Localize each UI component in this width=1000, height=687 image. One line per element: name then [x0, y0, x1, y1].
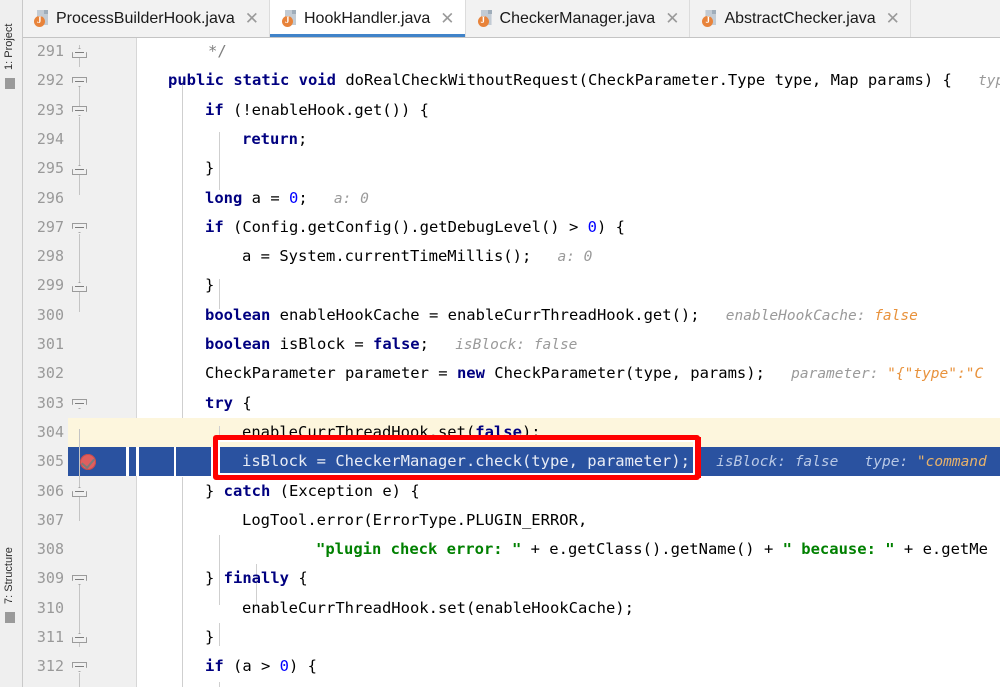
line-number: 303	[36, 393, 64, 412]
line-number: 312	[36, 657, 64, 676]
tool-window-button-project[interactable]: 1: Project	[3, 0, 67, 70]
code-line[interactable]: 297 if (Config.getConfig().getDebugLevel…	[22, 213, 1000, 242]
editor-tab-hookhandler[interactable]: HookHandler.java ✕	[270, 0, 466, 37]
line-content: isBlock = CheckerManager.check(type, par…	[242, 452, 987, 471]
line-content: boolean enableHookCache = enableCurrThre…	[205, 305, 918, 324]
line-number: 298	[36, 247, 64, 266]
line-number: 293	[36, 100, 64, 119]
java-class-icon	[282, 10, 297, 27]
line-content: if (!enableHook.get()) {	[205, 100, 429, 119]
tool-strip-handle-top[interactable]	[5, 78, 15, 89]
line-content: LogTool.error(ErrorType.PLUGIN_ERROR,	[242, 510, 588, 529]
code-line[interactable]: 308 "plugin check error: " + e.getClass(…	[22, 535, 1000, 564]
tool-window-button-structure[interactable]: 7: Structure	[3, 520, 67, 604]
code-line[interactable]: 296 long a = 0; a: 0	[22, 184, 1000, 213]
line-number: 313	[22, 682, 64, 687]
code-line[interactable]: 295 }	[22, 154, 1000, 183]
line-content: CheckParameter parameter = new CheckPara…	[205, 364, 984, 383]
editor-tab-label: ProcessBuilderHook.java	[56, 9, 235, 27]
code-line[interactable]: 310 enableCurrThreadHook.set(enableHookC…	[22, 594, 1000, 623]
line-number: 305	[36, 452, 64, 471]
line-content: boolean isBlock = false; isBlock: false	[205, 335, 578, 353]
code-line[interactable]: 291 */	[22, 37, 1000, 66]
code-line[interactable]: 304 enableCurrThreadHook.set(false);	[22, 418, 1000, 447]
code-line[interactable]: 306 } catch (Exception e) {	[22, 477, 1000, 506]
editor-tab-label: CheckerManager.java	[499, 9, 656, 27]
code-line-executing[interactable]: 305 isBlock = CheckerManager.check(type,…	[22, 447, 1000, 476]
ide-window: 1: Project 7: Structure ProcessBuilderHo…	[0, 0, 1000, 687]
code-line[interactable]: 301 boolean isBlock = false; isBlock: fa…	[22, 330, 1000, 359]
tool-strip-handle-bottom[interactable]	[5, 612, 15, 623]
line-content: if (Config.getConfig().getDebugLevel() >…	[205, 217, 625, 236]
line-number: 292	[36, 71, 64, 90]
line-number: 311	[36, 628, 64, 646]
code-line[interactable]: 312 if (a > 0) {	[22, 652, 1000, 681]
editor-tab-label: HookHandler.java	[304, 9, 431, 27]
line-content: }	[205, 628, 215, 646]
line-content: */	[208, 42, 227, 60]
line-number: 299	[36, 276, 64, 295]
code-line[interactable]: 309 } finally {	[22, 564, 1000, 593]
line-number: 306	[36, 481, 64, 500]
line-number: 294	[36, 129, 64, 148]
code-line[interactable]: 299 }	[22, 271, 1000, 300]
line-content: "plugin check error: " + e.getClass().ge…	[316, 540, 988, 559]
close-icon[interactable]: ✕	[883, 10, 900, 27]
line-number: 296	[36, 188, 64, 207]
line-content: }	[205, 159, 215, 178]
line-number: 304	[36, 422, 64, 441]
java-class-icon	[477, 10, 493, 27]
annotation-rectangle-edge	[695, 437, 701, 478]
line-number: 297	[36, 217, 64, 236]
editor-tab-label: AbstractChecker.java	[724, 9, 876, 27]
line-content: try {	[205, 393, 252, 412]
line-number: 300	[36, 305, 64, 324]
line-content: } finally {	[205, 569, 308, 588]
close-icon[interactable]: ✕	[242, 10, 259, 27]
editor-tab-checkermanager[interactable]: CheckerManager.java ✕	[465, 0, 691, 37]
line-content: long t = System.currentTimeMillis(); a:	[242, 682, 622, 687]
line-content: }	[205, 276, 215, 295]
line-number: 295	[36, 159, 64, 178]
line-number: 302	[36, 364, 64, 383]
code-line[interactable]: 293 if (!enableHook.get()) {	[22, 96, 1000, 125]
close-icon[interactable]: ✕	[662, 10, 679, 27]
line-content: public static void doRealCheckWithoutReq…	[168, 71, 1000, 90]
left-tool-strip: 1: Project 7: Structure	[0, 0, 23, 687]
code-line[interactable]: 303 try {	[22, 389, 1000, 418]
code-line[interactable]: 298 a = System.currentTimeMillis(); a: 0	[22, 242, 1000, 271]
line-content: return;	[242, 129, 308, 148]
editor-tab-bar: ProcessBuilderHook.java ✕ HookHandler.ja…	[22, 0, 1000, 38]
line-content: enableCurrThreadHook.set(false);	[242, 422, 541, 441]
close-icon[interactable]: ✕	[437, 10, 454, 27]
code-line[interactable]: 313 long t = System.currentTimeMillis();…	[22, 682, 1000, 687]
code-line[interactable]: 294 return;	[22, 125, 1000, 154]
line-content: long a = 0; a: 0	[205, 188, 369, 207]
code-editor[interactable]: 291 */ 292 public static void doRealChec…	[22, 37, 1000, 687]
line-number: 301	[36, 335, 64, 353]
java-class-icon	[702, 10, 717, 27]
line-content: if (a > 0) {	[205, 657, 318, 676]
code-line[interactable]: 307 LogTool.error(ErrorType.PLUGIN_ERROR…	[22, 506, 1000, 535]
code-line[interactable]: 300 boolean enableHookCache = enableCurr…	[22, 301, 1000, 330]
line-content: a = System.currentTimeMillis(); a: 0	[242, 247, 593, 266]
editor-tab-abstractchecker[interactable]: AbstractChecker.java ✕	[690, 0, 911, 37]
line-content: } catch (Exception e) {	[205, 481, 420, 500]
line-content: enableCurrThreadHook.set(enableHookCache…	[242, 598, 634, 617]
code-line[interactable]: 302 CheckParameter parameter = new Check…	[22, 359, 1000, 388]
code-line[interactable]: 292 public static void doRealCheckWithou…	[22, 66, 1000, 95]
code-line[interactable]: 311 }	[22, 623, 1000, 652]
